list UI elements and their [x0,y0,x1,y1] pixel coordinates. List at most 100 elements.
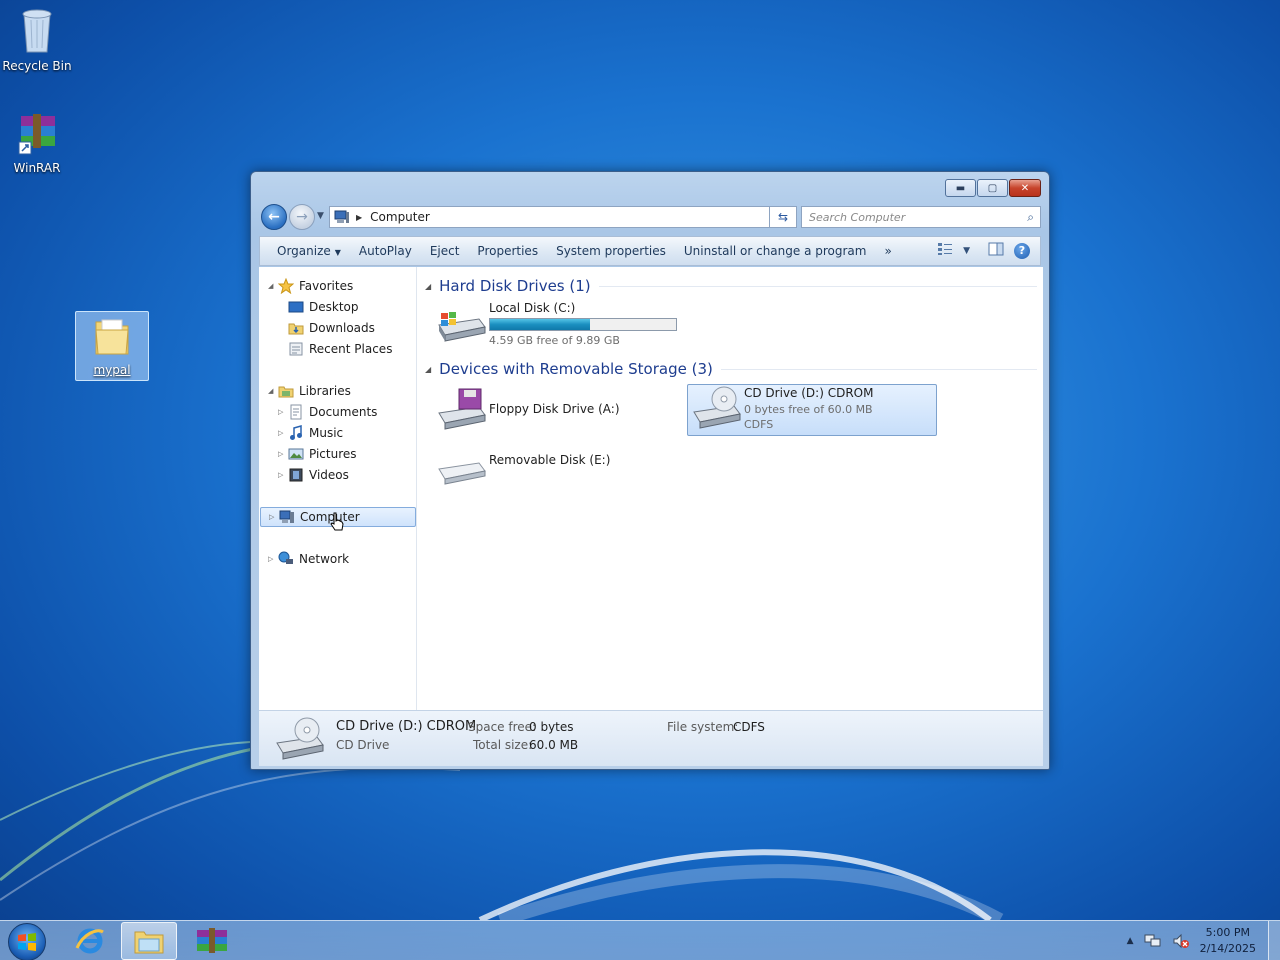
star-icon [278,278,294,294]
expand-arrow-icon[interactable]: ▷ [269,513,279,521]
network-status-icon[interactable] [1144,933,1162,949]
cd-drive-icon [276,717,324,760]
downloads-icon [288,323,304,335]
taskbar-internet-explorer[interactable] [62,922,118,960]
view-icon [938,243,953,255]
change-view-button[interactable] [937,242,953,259]
close-icon: ✕ [1020,182,1030,194]
clock-date: 2/14/2025 [1199,942,1256,955]
breadcrumb-separator-icon[interactable]: ▶ [356,213,362,222]
details-name: CD Drive (D:) CDROM [336,719,477,734]
drive-d[interactable]: CD Drive (D:) CDROM 0 bytes free of 60.0… [687,384,937,436]
expand-arrow-icon[interactable]: ▷ [278,450,288,458]
autoplay-button[interactable]: AutoPlay [350,244,421,258]
hand-cursor-icon [330,512,344,531]
volume-muted-icon[interactable] [1172,933,1190,949]
expand-arrow-icon[interactable]: ▷ [268,555,278,563]
minimize-button[interactable]: ▬ [945,179,976,197]
more-commands-button[interactable]: » [875,244,900,258]
expand-arrow-icon[interactable]: ▷ [278,471,288,479]
system-tray: ▲ 5:00 PM 2/14/2025 [1127,925,1256,957]
collapse-arrow-icon[interactable]: ◢ [268,387,278,395]
taskbar-winrar[interactable] [184,922,240,960]
winrar-desktop-icon[interactable]: WinRAR [0,112,74,175]
expand-arrow-icon[interactable]: ▷ [278,408,288,416]
back-button[interactable]: ← [261,204,287,230]
group-divider [598,285,1037,287]
expand-arrow-icon[interactable]: ▷ [278,429,288,437]
taskbar-windows-explorer[interactable] [121,922,177,960]
maximize-icon: ▢ [987,182,998,194]
computer-icon [334,210,349,223]
refresh-icon: ⇆ [777,210,789,224]
drive-d-name: CD Drive (D:) CDROM [744,386,874,400]
close-button[interactable]: ✕ [1009,179,1041,197]
pictures-icon [288,448,304,460]
group-removable-storage[interactable]: ◢ Devices with Removable Storage (3) [425,360,1037,378]
winrar-icon [197,928,227,953]
collapse-group-icon[interactable]: ◢ [425,282,431,291]
nav-libraries-label: Libraries [299,384,351,398]
group-hdd-label: Hard Disk Drives (1) [439,277,591,295]
show-desktop-button[interactable] [1268,921,1280,960]
details-type: CD Drive [336,738,390,752]
computer-icon [279,510,294,523]
drive-c[interactable]: Local Disk (C:) 4.59 GB free of 9.89 GB [435,301,677,347]
explorer-window: ▬ ▢ ✕ ← → ▼ ▶ Computer ▼ ⇆ Search Comput… [250,171,1050,770]
nav-network-label: Network [299,552,350,566]
search-box[interactable]: Search Computer ⌕ [801,206,1041,228]
cd-drive-icon [693,386,741,429]
nav-desktop[interactable]: Desktop [288,297,359,317]
drive-a-name: Floppy Disk Drive (A:) [489,402,620,416]
group-hard-disk-drives[interactable]: ◢ Hard Disk Drives (1) [425,277,1037,295]
drive-e[interactable]: Removable Disk (E:) [435,445,610,489]
nav-network[interactable]: ▷ Network [268,549,349,569]
drive-c-usage-fill [490,319,590,330]
refresh-button[interactable]: ⇆ [769,206,797,228]
system-properties-button[interactable]: System properties [547,244,675,258]
clock[interactable]: 5:00 PM 2/14/2025 [1200,925,1256,957]
organize-button[interactable]: Organize ▼ [268,244,350,258]
nav-favorites[interactable]: ◢ Favorites [268,276,353,296]
nav-music-label: Music [309,426,344,440]
recent-pages-dropdown[interactable]: ▼ [317,211,324,221]
back-arrow-icon: ← [268,209,280,225]
nav-music[interactable]: ▷ Music [278,423,343,443]
winrar-label: WinRAR [13,161,61,175]
floppy-drive-icon [438,388,486,430]
help-button[interactable]: ? [1014,242,1030,259]
documents-icon [290,404,302,420]
view-dropdown-icon[interactable]: ▼ [963,246,970,256]
eject-button[interactable]: Eject [421,244,469,258]
uninstall-program-button[interactable]: Uninstall or change a program [675,244,876,258]
removable-disk-icon [438,462,486,485]
breadcrumb-computer[interactable]: Computer [370,210,430,224]
preview-pane-button[interactable] [988,242,1004,259]
group-divider [720,368,1037,370]
drive-c-free: 4.59 GB free of 9.89 GB [489,334,620,347]
mypal-desktop-icon[interactable]: mypal [75,311,149,381]
collapse-arrow-icon[interactable]: ◢ [268,282,278,290]
nav-libraries[interactable]: ◢ Libraries [268,381,351,401]
collapse-group-icon[interactable]: ◢ [425,365,431,374]
drive-c-name: Local Disk (C:) [489,301,576,315]
nav-recent-places[interactable]: Recent Places [288,339,392,359]
nav-documents[interactable]: ▷ Documents [278,402,377,422]
properties-button[interactable]: Properties [468,244,547,258]
drive-a[interactable]: Floppy Disk Drive (A:) [435,387,620,431]
music-icon [290,425,302,440]
winrar-icon [18,114,55,155]
address-bar[interactable]: ▶ Computer ▼ [329,206,797,228]
mypal-label: mypal [93,363,131,377]
show-hidden-icons-button[interactable]: ▲ [1127,936,1134,946]
search-icon[interactable]: ⌕ [1027,210,1034,225]
nav-favorites-label: Favorites [299,279,354,293]
maximize-button[interactable]: ▢ [977,179,1008,197]
forward-button[interactable]: → [289,204,315,230]
nav-videos[interactable]: ▷ Videos [278,465,349,485]
recycle-bin-desktop-icon[interactable]: Recycle Bin [0,6,74,73]
start-button[interactable] [8,923,46,960]
minimize-icon: ▬ [955,182,966,194]
nav-pictures[interactable]: ▷ Pictures [278,444,357,464]
nav-downloads[interactable]: Downloads [288,318,375,338]
